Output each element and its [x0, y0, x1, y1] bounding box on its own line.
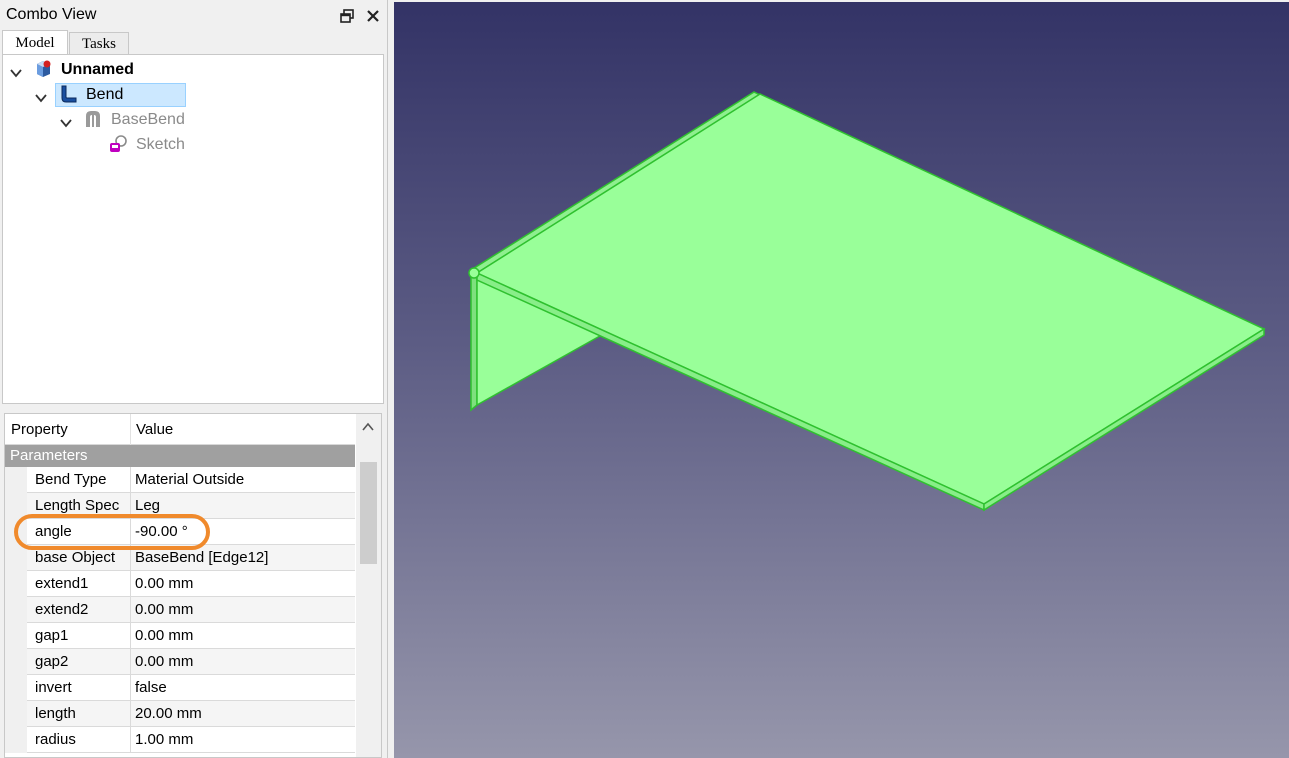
column-header-value[interactable]: Value: [136, 414, 173, 445]
property-row-length-spec[interactable]: Length Spec Leg: [5, 493, 355, 519]
tree-item-sketch[interactable]: Sketch: [3, 132, 383, 157]
bend-edge: [468, 267, 480, 279]
model-tree: Unnamed Bend BaseBend Sketch: [2, 54, 384, 404]
combo-view-panel: Combo View Model Tasks Unnamed Bend Base…: [0, 0, 388, 758]
property-name: invert: [35, 679, 72, 696]
tree-item-label: Bend: [86, 86, 124, 103]
property-name: gap2: [35, 653, 69, 670]
property-name: extend1: [35, 575, 89, 592]
document-icon: [33, 59, 53, 79]
property-row-length[interactable]: length 20.00 mm: [5, 701, 355, 727]
sheetmetal-model: [468, 91, 1266, 512]
property-row-extend1[interactable]: extend1 0.00 mm: [5, 571, 355, 597]
property-scrollbar[interactable]: [356, 414, 381, 757]
property-row-gap2[interactable]: gap2 0.00 mm: [5, 649, 355, 675]
property-value[interactable]: 0.00 mm: [135, 623, 193, 649]
property-name: Bend Type: [35, 471, 107, 488]
property-name: extend2: [35, 601, 89, 618]
property-name: base Object: [35, 549, 116, 566]
chevron-down-icon[interactable]: [34, 88, 48, 103]
scrollbar-thumb[interactable]: [360, 462, 377, 564]
top-plate-face: [475, 93, 1266, 505]
property-row-bend-type[interactable]: Bend Type Material Outside: [5, 467, 355, 493]
chevron-down-icon[interactable]: [59, 113, 73, 128]
panel-title: Combo View: [6, 6, 97, 23]
tree-item-basebend[interactable]: BaseBend: [3, 107, 383, 132]
property-group-parameters[interactable]: Parameters: [5, 445, 355, 467]
basebend-icon: [83, 109, 103, 129]
property-value[interactable]: Material Outside: [135, 467, 244, 493]
property-row-gap1[interactable]: gap1 0.00 mm: [5, 623, 355, 649]
property-value[interactable]: 0.00 mm: [135, 649, 193, 675]
property-row-base-object[interactable]: base Object BaseBend [Edge12]: [5, 545, 355, 571]
property-value[interactable]: 1.00 mm: [135, 727, 193, 753]
chevron-up-icon[interactable]: [361, 420, 375, 434]
tree-item-label: Sketch: [136, 136, 185, 153]
property-value[interactable]: BaseBend [Edge12]: [135, 545, 268, 571]
property-name: gap1: [35, 627, 69, 644]
property-name: angle: [35, 523, 72, 540]
close-icon[interactable]: [364, 6, 382, 24]
property-row-radius[interactable]: radius 1.00 mm: [5, 727, 355, 753]
tree-item-label: BaseBend: [111, 111, 185, 128]
property-table-header: Property Value: [5, 414, 355, 445]
property-name: length: [35, 705, 76, 722]
combo-tabs: Model Tasks: [0, 30, 388, 55]
property-row-angle[interactable]: angle -90.00 °: [5, 519, 355, 545]
float-window-icon[interactable]: [338, 6, 356, 24]
tree-item-unnamed[interactable]: Unnamed: [3, 57, 383, 82]
3d-viewport[interactable]: [394, 2, 1289, 758]
property-value[interactable]: 0.00 mm: [135, 571, 193, 597]
sketch-icon: [108, 134, 128, 154]
property-value[interactable]: -90.00 °: [135, 519, 188, 545]
chevron-down-icon[interactable]: [9, 63, 23, 78]
column-header-property[interactable]: Property: [11, 414, 68, 445]
property-value[interactable]: Leg: [135, 493, 160, 519]
tab-model[interactable]: Model: [2, 30, 68, 55]
tree-item-bend[interactable]: Bend: [3, 82, 383, 107]
property-value[interactable]: false: [135, 675, 167, 701]
property-row-extend2[interactable]: extend2 0.00 mm: [5, 597, 355, 623]
property-value[interactable]: 0.00 mm: [135, 597, 193, 623]
property-name: Length Spec: [35, 497, 120, 514]
flange-edge-face: [470, 271, 478, 412]
property-editor: Property Value Parameters Bend Type Mate…: [4, 413, 382, 758]
property-group-label: Parameters: [10, 447, 88, 464]
property-value[interactable]: 20.00 mm: [135, 701, 202, 727]
property-name: radius: [35, 731, 76, 748]
tree-item-label: Unnamed: [61, 61, 134, 78]
combo-view-titlebar: Combo View: [0, 0, 388, 30]
property-row-invert[interactable]: invert false: [5, 675, 355, 701]
tab-tasks[interactable]: Tasks: [69, 32, 129, 54]
column-divider: [130, 414, 131, 445]
bend-icon: [58, 84, 78, 104]
